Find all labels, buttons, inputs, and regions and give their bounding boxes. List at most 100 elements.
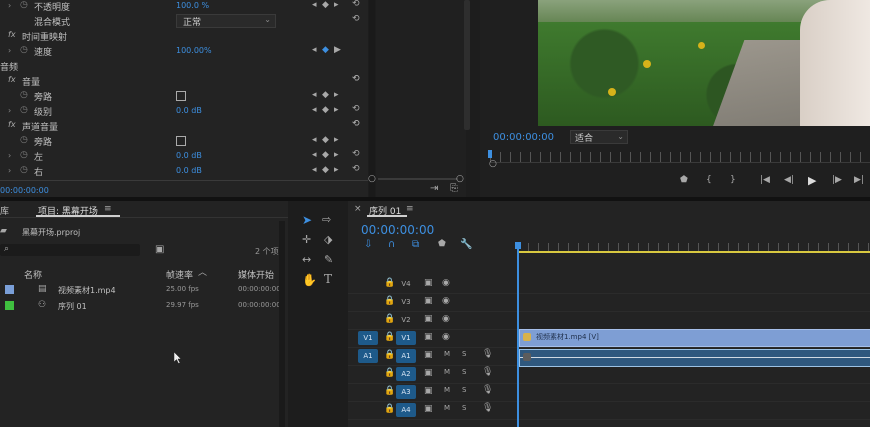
lock-icon[interactable]: 🔒: [384, 387, 395, 396]
insert-icon[interactable]: ⎘: [450, 184, 458, 194]
step-back-icon[interactable]: ◀|: [784, 176, 794, 185]
solo-button[interactable]: S: [462, 387, 466, 394]
razor-icon[interactable]: ⬗: [324, 234, 332, 245]
prev-keyframe-icon[interactable]: ◂: [312, 151, 317, 160]
panel-menu-icon[interactable]: ≡: [406, 205, 414, 214]
fx-toggle-icon[interactable]: fx: [8, 30, 16, 39]
label-color-swatch[interactable]: [5, 285, 14, 294]
track-target-v4[interactable]: V4: [396, 277, 416, 291]
type-tool-icon[interactable]: T: [324, 273, 332, 285]
add-marker-icon[interactable]: ⬟: [680, 176, 688, 185]
track-target-v2[interactable]: V2: [396, 313, 416, 327]
effect-value[interactable]: 0.0 dB: [176, 166, 202, 175]
timeline-timecode[interactable]: 00:00:00:00: [361, 223, 434, 237]
next-keyframe-icon[interactable]: ▶: [334, 46, 341, 55]
solo-button[interactable]: S: [462, 351, 466, 358]
mic-icon[interactable]: 🎙: [482, 350, 493, 359]
prev-keyframe-icon[interactable]: ◂: [312, 166, 317, 175]
sync-lock-icon[interactable]: ▣: [424, 297, 433, 306]
strip-scroll-thumb[interactable]: [464, 0, 470, 130]
keyframe-icon[interactable]: ◆: [322, 136, 329, 145]
keyframe-icon[interactable]: ◆: [322, 151, 329, 160]
snap-icon[interactable]: ∩: [388, 240, 395, 250]
lock-icon[interactable]: 🔒: [384, 405, 395, 414]
expand-chevron-icon[interactable]: ›: [8, 151, 11, 160]
effect-value[interactable]: 0.0 dB: [176, 106, 202, 115]
column-start-header[interactable]: 媒体开始: [238, 268, 274, 281]
keyframe-icon[interactable]: ◆: [322, 106, 329, 115]
eye-icon[interactable]: ◉: [442, 279, 450, 288]
fx-toggle-icon[interactable]: fx: [8, 120, 16, 129]
lock-icon[interactable]: 🔒: [384, 333, 395, 342]
ripple-edit-icon[interactable]: ✛: [302, 234, 311, 245]
reset-icon[interactable]: ⟲: [352, 120, 360, 129]
video-frame[interactable]: [538, 0, 870, 126]
effect-scrollbar[interactable]: [369, 0, 375, 197]
play-icon[interactable]: ▶: [808, 175, 816, 186]
expand-chevron-icon[interactable]: ›: [8, 1, 11, 10]
go-to-out-icon[interactable]: ▶|: [854, 176, 864, 185]
sync-lock-icon[interactable]: ▣: [424, 387, 433, 396]
h-scrollbar[interactable]: ○ ○: [368, 175, 464, 184]
track-select-icon[interactable]: ⇨: [322, 214, 331, 225]
reset-icon[interactable]: ⟲: [352, 0, 360, 9]
effect-value[interactable]: 100.0 %: [176, 1, 209, 10]
wrench-icon[interactable]: 🔧: [460, 240, 472, 250]
program-playhead[interactable]: [488, 150, 492, 158]
track-target-a3[interactable]: A3: [396, 385, 416, 399]
next-keyframe-icon[interactable]: ▸: [334, 1, 339, 10]
mute-button[interactable]: M: [444, 405, 450, 412]
expand-chevron-icon[interactable]: ›: [8, 46, 11, 55]
blend-mode-dropdown[interactable]: 正常 ⌄: [176, 14, 276, 28]
mute-button[interactable]: M: [444, 351, 450, 358]
stopwatch-icon[interactable]: ◷: [20, 166, 28, 175]
project-list-item[interactable]: ▤ 视频素材1.mp4 25.00 fps 00:00:00:00: [0, 282, 281, 298]
label-color-swatch[interactable]: [5, 301, 14, 310]
bypass-checkbox[interactable]: [176, 136, 186, 146]
audio-clip[interactable]: [519, 349, 870, 367]
stopwatch-icon[interactable]: ◷: [20, 1, 28, 10]
work-area-bar[interactable]: [518, 251, 870, 253]
lock-icon[interactable]: 🔒: [384, 297, 395, 306]
go-to-in-icon[interactable]: |◀: [760, 176, 770, 185]
sort-up-icon[interactable]: ︿: [198, 269, 207, 278]
slip-icon[interactable]: ↔: [302, 254, 311, 265]
effect-controls-timecode[interactable]: 00:00:00:00: [0, 186, 49, 195]
hand-icon[interactable]: ✋: [302, 274, 317, 286]
mute-button[interactable]: M: [444, 387, 450, 394]
search-field[interactable]: ⌕: [0, 244, 140, 256]
step-forward-icon[interactable]: |▶: [832, 176, 842, 185]
project-list-item[interactable]: ⚇ 序列 01 29.97 fps 00:00:00:00: [0, 298, 281, 314]
track-target-v3[interactable]: V3: [396, 295, 416, 309]
prev-keyframe-icon[interactable]: ◂: [312, 46, 317, 55]
stopwatch-icon[interactable]: ◷: [20, 136, 28, 145]
mute-button[interactable]: M: [444, 369, 450, 376]
reset-icon[interactable]: ⟲: [352, 150, 360, 159]
track-target-v1[interactable]: V1: [396, 331, 416, 345]
stopwatch-icon[interactable]: ◷: [20, 106, 28, 115]
next-keyframe-icon[interactable]: ▸: [334, 166, 339, 175]
playhead-handle-icon[interactable]: ○: [489, 160, 497, 169]
sync-lock-icon[interactable]: ▣: [424, 351, 433, 360]
keyframe-icon[interactable]: ◆: [322, 46, 329, 55]
effect-value[interactable]: 100.00%: [176, 46, 212, 55]
stopwatch-icon[interactable]: ◷: [20, 91, 28, 100]
fx-toggle-icon[interactable]: fx: [8, 75, 16, 84]
keyframe-icon[interactable]: ◆: [322, 91, 329, 100]
prev-keyframe-icon[interactable]: ◂: [312, 91, 317, 100]
sync-lock-icon[interactable]: ▣: [424, 369, 433, 378]
prev-keyframe-icon[interactable]: ◂: [312, 1, 317, 10]
column-name-header[interactable]: 名称: [24, 268, 42, 281]
mic-icon[interactable]: 🎙: [482, 386, 493, 395]
program-ruler[interactable]: [490, 152, 870, 163]
timeline-playhead-head[interactable]: [515, 242, 521, 249]
keyframe-icon[interactable]: ◆: [322, 1, 329, 10]
export-frame-icon[interactable]: ⇥: [430, 184, 438, 194]
new-bin-icon[interactable]: ▣: [155, 245, 164, 255]
tab-library[interactable]: 库: [0, 204, 9, 217]
eye-icon[interactable]: ◉: [442, 315, 450, 324]
mark-out-icon[interactable]: }: [730, 176, 736, 185]
mic-icon[interactable]: 🎙: [482, 368, 493, 377]
prev-keyframe-icon[interactable]: ◂: [312, 106, 317, 115]
track-target-a4[interactable]: A4: [396, 403, 416, 417]
